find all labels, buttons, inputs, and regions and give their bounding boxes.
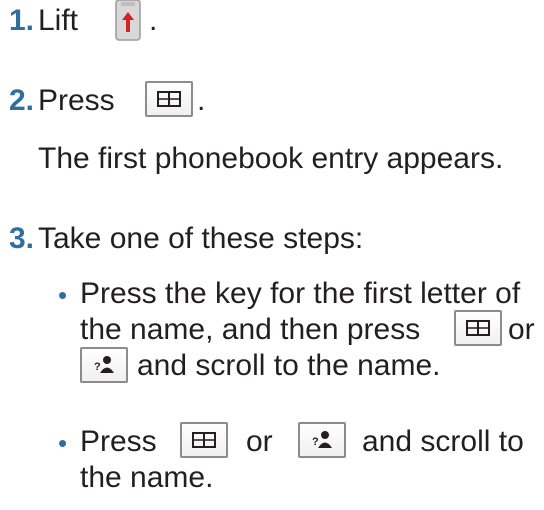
bullet-text: and scroll to (362, 425, 524, 458)
contacts-key-icon: ? (298, 422, 346, 458)
bullet-text: Press the key for the first letter of (80, 277, 521, 310)
bullet-text: the name, and then press (80, 313, 421, 346)
bullet-text: Press (80, 425, 157, 458)
bullet-text: and scroll to the name. (137, 349, 441, 382)
svg-text:?: ? (94, 361, 101, 373)
bullet-text-or: or (246, 425, 273, 458)
step-text-end: . (197, 84, 206, 117)
result-text: The first phonebook entry appears. (38, 142, 504, 175)
phonebook-key-icon (454, 310, 502, 346)
bullet-marker: • (58, 280, 68, 310)
phonebook-key-icon (145, 81, 193, 117)
svg-text:?: ? (312, 436, 319, 448)
step-number: 2. (9, 84, 35, 117)
step-text: Lift (38, 4, 79, 37)
step-number: 3. (9, 222, 35, 255)
bullet-text-or: or (508, 313, 535, 346)
step-text: Press (38, 84, 115, 117)
bullet-text: the name. (80, 461, 214, 494)
step-number: 1. (9, 4, 35, 37)
step-text: Take one of these steps: (38, 222, 364, 255)
step-text-end: . (149, 4, 158, 37)
contacts-key-icon: ? (80, 347, 128, 383)
handset-lift-icon (110, 0, 146, 42)
phonebook-key-icon (180, 422, 228, 458)
bullet-marker: • (58, 428, 68, 458)
